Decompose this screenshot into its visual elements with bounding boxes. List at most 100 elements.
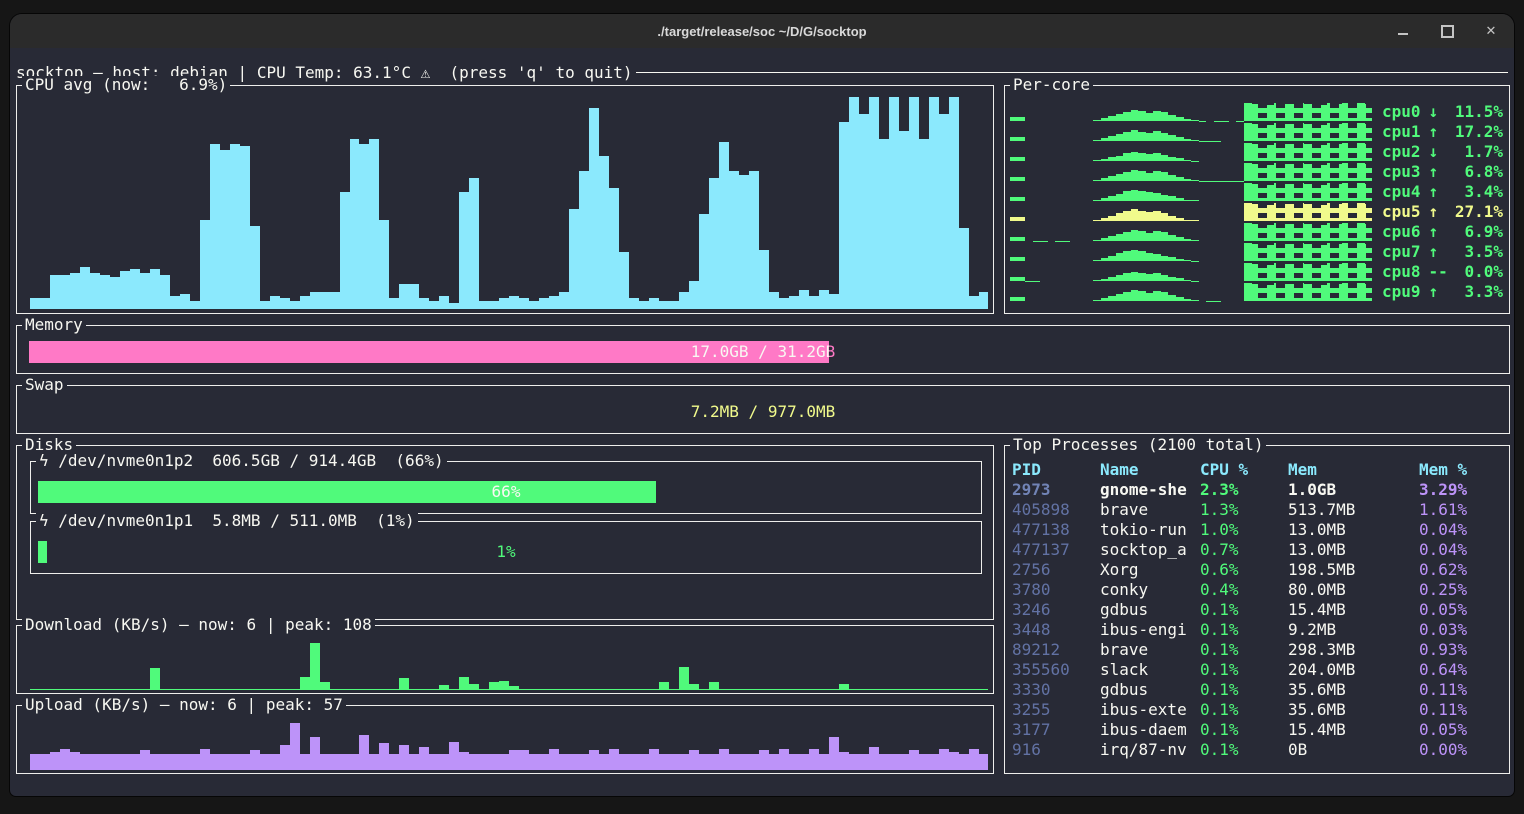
maximize-button[interactable] — [1440, 24, 1454, 38]
bar — [1146, 274, 1154, 281]
bar — [1138, 191, 1146, 201]
process-table: PID Name CPU % Mem Mem % 2973gnome-she2.… — [1012, 460, 1505, 760]
bar — [689, 750, 699, 770]
bar — [160, 275, 170, 309]
bar — [679, 754, 689, 770]
bar — [1184, 139, 1192, 141]
process-mem-pct: 0.04% — [1419, 520, 1505, 540]
disk-icon: ϟ — [39, 451, 49, 470]
close-button[interactable]: ✕ — [1484, 24, 1498, 38]
bar — [80, 689, 90, 690]
bar — [829, 294, 839, 309]
process-mem-pct: 0.03% — [1419, 620, 1505, 640]
bar — [1184, 220, 1192, 221]
minimize-button[interactable] — [1396, 24, 1410, 38]
bar — [459, 192, 469, 309]
column-header-mem: Mem — [1288, 460, 1419, 480]
core-row: cpu9↑ 3.3% — [1010, 282, 1505, 302]
process-name: ibus-daem — [1100, 720, 1200, 740]
bar — [1131, 190, 1139, 201]
core-sparkline — [1010, 263, 1372, 281]
top-processes-panel: Top Processes (2100 total) PID Name CPU … — [1004, 445, 1510, 774]
bar — [260, 754, 270, 770]
bar — [100, 689, 110, 690]
bar — [769, 292, 779, 309]
bar — [589, 689, 599, 690]
bar — [369, 689, 379, 690]
core-row: cpu4↑ 3.4% — [1010, 182, 1505, 202]
sparkline-texture — [1249, 223, 1372, 241]
bar — [290, 689, 300, 690]
bar — [190, 689, 200, 690]
process-cpu: 2.3% — [1200, 480, 1288, 500]
bar — [170, 754, 180, 770]
bar — [1101, 159, 1109, 161]
process-row: 477138tokio-run1.0%13.0MB0.04% — [1012, 520, 1505, 540]
bar — [1161, 292, 1169, 301]
window-title: ./target/release/soc ~/D/G/socktop — [657, 24, 866, 39]
core-name: cpu6 — [1382, 222, 1421, 242]
bar — [1018, 157, 1026, 161]
bar — [579, 689, 589, 690]
bar — [1191, 220, 1199, 221]
core-label: cpu5↑27.1% — [1372, 202, 1505, 222]
bar — [80, 267, 90, 309]
bar — [70, 689, 80, 690]
bar — [679, 292, 689, 309]
bar — [1093, 280, 1101, 281]
process-row: 89212brave0.1%298.3MB0.93% — [1012, 640, 1505, 660]
bar — [659, 301, 669, 309]
bar — [649, 689, 659, 690]
sparkline-texture — [1249, 203, 1372, 221]
bar — [210, 689, 220, 690]
bar — [509, 296, 519, 309]
process-mem: 15.4MB — [1288, 600, 1419, 620]
disk-label: /dev/nvme0n1p2 606.5GB / 914.4GB (66%) — [49, 451, 444, 470]
bar — [1146, 154, 1154, 161]
process-mem-pct: 3.29% — [1419, 480, 1505, 500]
bar — [1146, 253, 1154, 261]
bar — [829, 689, 839, 690]
bar — [619, 252, 629, 309]
bar — [250, 226, 260, 309]
column-header-name: Name — [1100, 460, 1200, 480]
bar — [150, 668, 160, 690]
bar — [1191, 200, 1199, 201]
bar — [1108, 277, 1116, 281]
bar — [1108, 116, 1116, 121]
bar — [1138, 273, 1146, 281]
sparkline-texture — [1249, 263, 1372, 281]
bar — [1123, 292, 1131, 301]
bar — [1010, 117, 1018, 121]
status-header: socktop — host: debian | CPU Temp: 63.1°… — [16, 62, 1508, 82]
core-trend-icon: ↑ — [1429, 162, 1439, 182]
disks-panel: Disks ϟ /dev/nvme0n1p2 606.5GB / 914.4GB… — [16, 445, 994, 620]
bar — [619, 754, 629, 770]
bar — [1168, 175, 1176, 181]
bar — [1184, 200, 1192, 201]
bar — [389, 298, 399, 309]
bar — [769, 689, 779, 690]
bar — [1116, 294, 1124, 301]
process-pid: 355560 — [1012, 660, 1100, 680]
process-cpu: 0.6% — [1200, 560, 1288, 580]
bar — [649, 298, 659, 309]
bar — [569, 754, 579, 770]
bar — [1101, 218, 1109, 221]
core-trend-icon: ↑ — [1429, 222, 1439, 242]
bar — [50, 275, 60, 309]
bar — [30, 754, 40, 770]
bar — [969, 749, 979, 770]
bar — [1101, 279, 1109, 281]
bar — [529, 301, 539, 309]
bar — [350, 754, 360, 770]
bar — [839, 752, 849, 770]
bar — [1168, 157, 1176, 161]
disk-icon: ϟ — [39, 511, 49, 530]
minimize-icon — [1398, 33, 1408, 35]
bar — [819, 689, 829, 690]
process-name: conky — [1100, 580, 1200, 600]
bar — [799, 754, 809, 770]
terminal-window: ./target/release/soc ~/D/G/socktop ✕ soc… — [10, 14, 1514, 796]
bar — [80, 754, 90, 770]
